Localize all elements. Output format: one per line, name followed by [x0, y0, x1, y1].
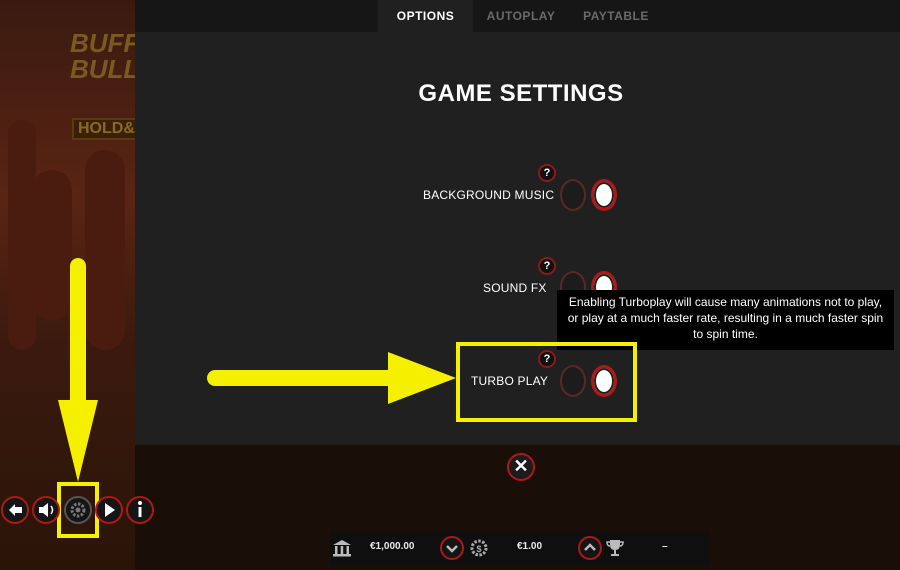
bet-increase-button[interactable] [578, 536, 602, 560]
trophy-icon [606, 540, 624, 556]
speaker-icon[interactable] [32, 496, 60, 524]
right-arrow-annotation [207, 352, 456, 404]
side-controls [1, 496, 154, 524]
bottom-bar: €1,000.00 $ €1.00 – [330, 531, 710, 565]
chevron-down-icon [446, 545, 458, 553]
bet-decrease-button[interactable] [440, 536, 464, 560]
svg-text:$: $ [476, 544, 481, 554]
gear-icon[interactable] [64, 496, 92, 524]
bet-value: €1.00 [517, 541, 543, 552]
close-button[interactable]: ✕ [507, 453, 535, 481]
back-arrow-icon[interactable] [1, 496, 29, 524]
bank-icon [333, 540, 351, 557]
annotation-arrows [58, 258, 456, 482]
win-value: – [662, 541, 668, 552]
balance-value: €1,000.00 [370, 541, 415, 552]
chevron-up-icon [584, 543, 596, 551]
play-icon[interactable] [95, 496, 123, 524]
down-arrow-annotation [58, 258, 98, 482]
coin-stack-icon: $ [470, 539, 488, 557]
info-icon[interactable] [126, 496, 154, 524]
